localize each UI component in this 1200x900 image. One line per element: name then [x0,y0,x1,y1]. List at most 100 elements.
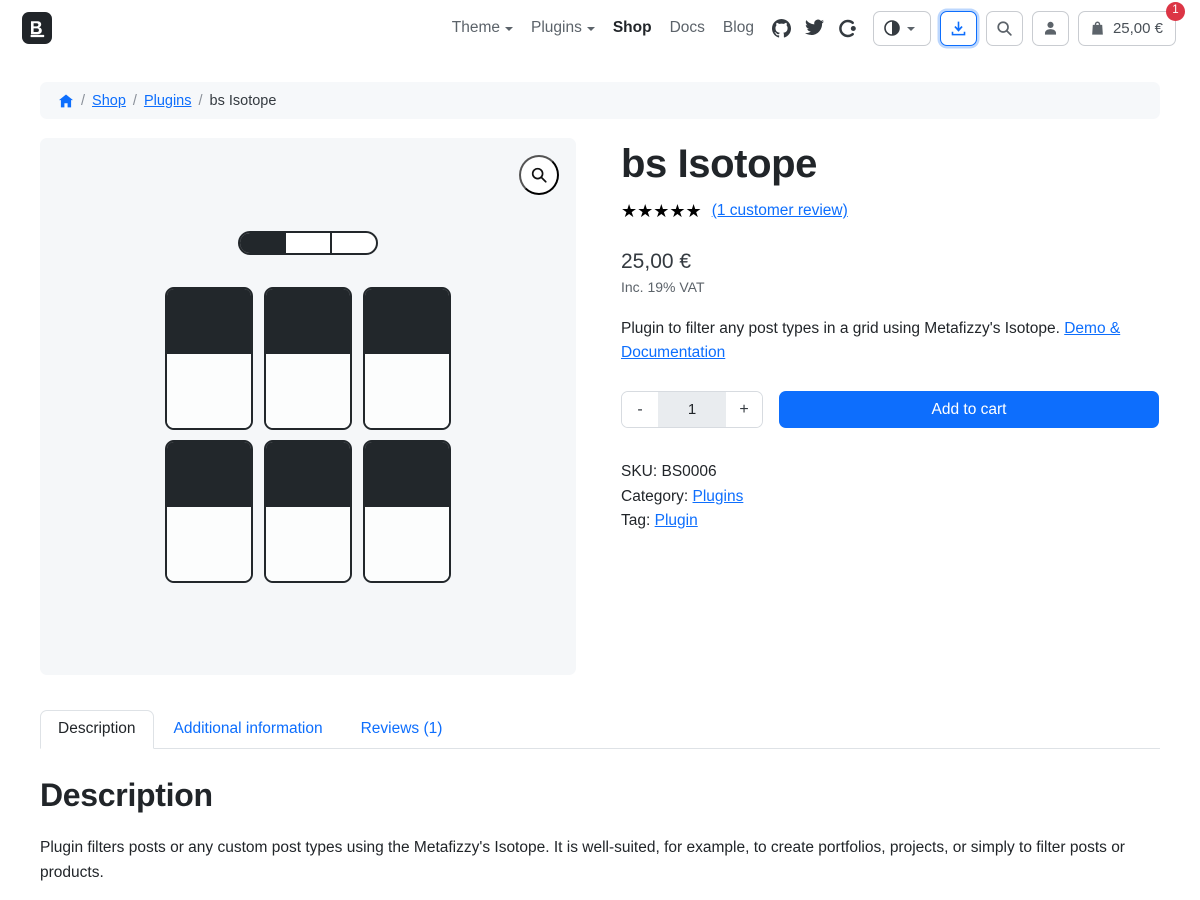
grid-card [165,286,253,430]
download-icon [951,21,966,35]
person-icon [1044,21,1056,35]
grid-card-image [365,441,449,507]
download-button[interactable] [939,10,977,46]
cart-button[interactable]: 25,00 € [1077,10,1176,46]
grid-card-body [365,353,449,428]
chevron-down-icon [906,27,915,31]
breadcrumb-separator: / [81,92,86,109]
tab-reviews[interactable]: Reviews (1) [343,710,461,749]
purchase-row: - + Add to cart [621,391,1160,429]
magnifier-icon [531,167,547,183]
nav-item-shop[interactable]: Shop [613,19,652,37]
grid-card-body [266,506,350,581]
page-title: bs Isotope [621,142,818,186]
tab-panel-description: Description Plugin filters posts or any … [40,749,1160,900]
category-link[interactable]: Plugins [693,488,744,505]
zoom-image-button[interactable] [519,155,559,195]
social-links [771,18,857,38]
add-to-cart-button[interactable]: Add to cart [779,391,1159,429]
star-rating: ★★★★★ [621,201,702,221]
twitter-icon[interactable] [804,19,824,38]
product-image-illustration [158,230,458,583]
nav-item-plugins-label: Plugins [531,19,582,36]
grid-card [165,439,253,583]
quantity-increase-button[interactable]: + [726,392,762,428]
search-button[interactable] [985,10,1023,46]
description-heading: Description [40,777,213,813]
breadcrumb-item-shop[interactable]: Shop [92,93,126,109]
navbar: Theme Plugins Shop Docs Blog 25,00 € 1 [0,0,1200,56]
description-paragraph: Plugin filters posts or any custom post … [40,839,1125,881]
grid-card-image [167,288,251,354]
tab-description[interactable]: Description [40,710,154,749]
half-circle-icon [884,20,900,36]
tag-link[interactable]: Plugin [655,512,698,529]
grid-card [363,286,451,430]
tag-row: Tag: Plugin [621,509,1160,533]
isotope-card-grid [158,286,458,583]
filter-segment [286,232,332,253]
tab-additional-information[interactable]: Additional information [156,710,341,749]
grid-card [264,439,352,583]
account-button[interactable] [1031,10,1069,46]
cart-total: 25,00 € [1112,19,1163,37]
breadcrumb: / Shop / Plugins / bs Isotope [40,82,1160,119]
isotope-filter-bar [238,230,378,255]
chevron-down-icon [505,27,513,31]
filter-segment [240,232,286,253]
tag-label: Tag: [621,512,651,529]
product-section: bs Isotope ★★★★★ (1 customer review) 25,… [40,138,1160,675]
grid-card-body [167,353,251,428]
breadcrumb-separator: / [198,92,203,109]
sku-value: BS0006 [661,463,717,481]
quantity-decrease-button[interactable]: - [622,392,658,428]
product-meta: SKU: BS0006 Category: Plugins Tag: Plugi… [621,460,1160,533]
nav-item-theme[interactable]: Theme [452,19,513,37]
tab-list: Description Additional information Revie… [40,710,1160,749]
shopping-bag-icon [1092,21,1103,35]
github-icon[interactable] [771,18,791,38]
product-price: 25,00 € [621,250,692,273]
grid-card-image [167,441,251,507]
category-row: Category: Plugins [621,485,1160,509]
nav-item-docs[interactable]: Docs [670,19,705,37]
grid-card-image [266,441,350,507]
grid-card-body [365,506,449,581]
product-tabs-section: Description Additional information Revie… [40,710,1160,900]
grid-card-image [266,288,350,354]
nav-item-theme-label: Theme [451,19,500,36]
short-description: Plugin to filter any post types in a gri… [621,317,1160,365]
short-description-text: Plugin to filter any post types in a gri… [621,320,1065,337]
chevron-down-icon [586,27,595,31]
vat-note: Inc. 19% VAT [621,279,705,295]
rating-row: ★★★★★ (1 customer review) [621,202,1160,220]
grid-card [363,439,451,583]
product-gallery [40,138,576,675]
sku-row: SKU: BS0006 [621,460,1160,484]
sku-label: SKU: [621,463,658,481]
navbar-buttons: 25,00 € 1 [872,1,1185,46]
customer-review-link[interactable]: (1 customer review) [712,202,848,220]
codeberg-icon[interactable] [838,19,857,38]
quantity-stepper: - + [621,391,763,429]
nav-item-blog[interactable]: Blog [723,19,754,37]
cart-wrapper: 25,00 € 1 [1077,1,1185,46]
breadcrumb-item-current: bs Isotope [209,92,277,109]
breadcrumb-separator: / [132,92,137,109]
grid-card-body [167,506,251,581]
search-icon [997,20,1012,36]
theme-toggle-button[interactable] [872,10,931,46]
filter-segment [332,233,376,253]
home-icon[interactable] [58,93,74,109]
main-nav: Theme Plugins Shop Docs Blog [452,19,754,37]
grid-card-body [266,353,350,428]
cart-badge: 1 [1166,1,1185,21]
category-label: Category: [621,487,689,505]
brand-logo-icon[interactable] [22,12,52,44]
breadcrumb-item-plugins[interactable]: Plugins [144,93,192,109]
grid-card-image [365,288,449,354]
navbar-right-cluster: Theme Plugins Shop Docs Blog 25,00 € 1 [52,1,1185,46]
nav-item-plugins[interactable]: Plugins [531,19,595,37]
product-summary: bs Isotope ★★★★★ (1 customer review) 25,… [621,138,1160,675]
quantity-input[interactable] [658,392,726,428]
